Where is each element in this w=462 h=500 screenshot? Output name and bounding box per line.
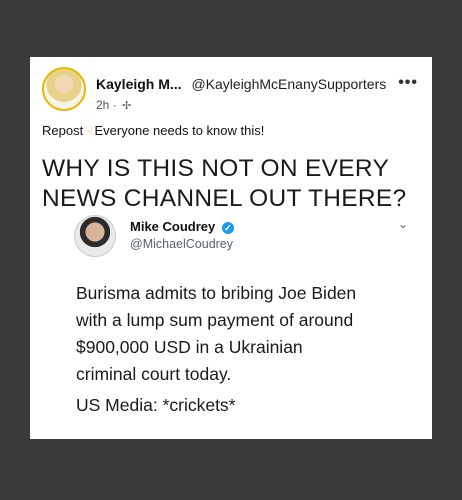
tweet-text-line: US Media: *crickets* — [76, 395, 236, 415]
author-handle[interactable]: @KayleighMcEnanySupporters — [191, 76, 386, 92]
post-meta: 2h · ✢ — [96, 98, 131, 112]
author-name[interactable]: Kayleigh M... — [96, 76, 182, 92]
author-avatar[interactable] — [42, 67, 86, 111]
chevron-down-icon: ⌄ — [397, 217, 408, 231]
tweet-text-line: $900,000 USD in a Ukrainian — [76, 337, 303, 357]
post-card: Kayleigh M... @KayleighMcEnanySupporters… — [30, 57, 432, 439]
post-time[interactable]: 2h — [96, 98, 109, 112]
point-down-emoji-icon: ☟ — [85, 124, 93, 138]
caption-prefix: Repost — [42, 123, 84, 138]
caption-text: Everyone needs to know this! — [94, 123, 265, 138]
headline-line: WHY IS THIS NOT ON EVERY — [42, 155, 390, 182]
globe-icon: ✢ — [122, 100, 132, 112]
author-line: Kayleigh M... @KayleighMcEnanySupporters — [96, 76, 386, 92]
more-horizontal-icon[interactable]: ••• — [398, 74, 418, 92]
tweet-text-line: with a lump sum payment of around — [76, 310, 354, 330]
headline-line: NEWS CHANNEL OUT THERE? — [42, 185, 407, 212]
tweet-author-avatar — [74, 215, 116, 257]
tweet-author-name-row: Mike Coudrey ✓ — [130, 219, 234, 234]
image-headline: WHY IS THIS NOT ON EVERY NEWS CHANNEL OU… — [42, 154, 422, 214]
tweet-author-handle: @MichaelCoudrey — [130, 237, 234, 251]
embedded-tweet-body: Burisma admits to bribing Joe Biden with… — [76, 280, 421, 419]
tweet-author-name: Mike Coudrey — [130, 219, 216, 234]
post-header: Kayleigh M... @KayleighMcEnanySupporters… — [42, 67, 424, 117]
meta-separator: · — [112, 98, 121, 112]
post-caption: Repost ☟ Everyone needs to know this! — [42, 123, 264, 138]
verified-badge-icon: ✓ — [221, 222, 234, 234]
tweet-text-line: Burisma admits to bribing Joe Biden — [76, 283, 357, 303]
tweet-text-line: criminal court today. — [76, 364, 232, 384]
embedded-tweet-header: Mike Coudrey ✓ @MichaelCoudrey ⌄ — [74, 215, 414, 265]
